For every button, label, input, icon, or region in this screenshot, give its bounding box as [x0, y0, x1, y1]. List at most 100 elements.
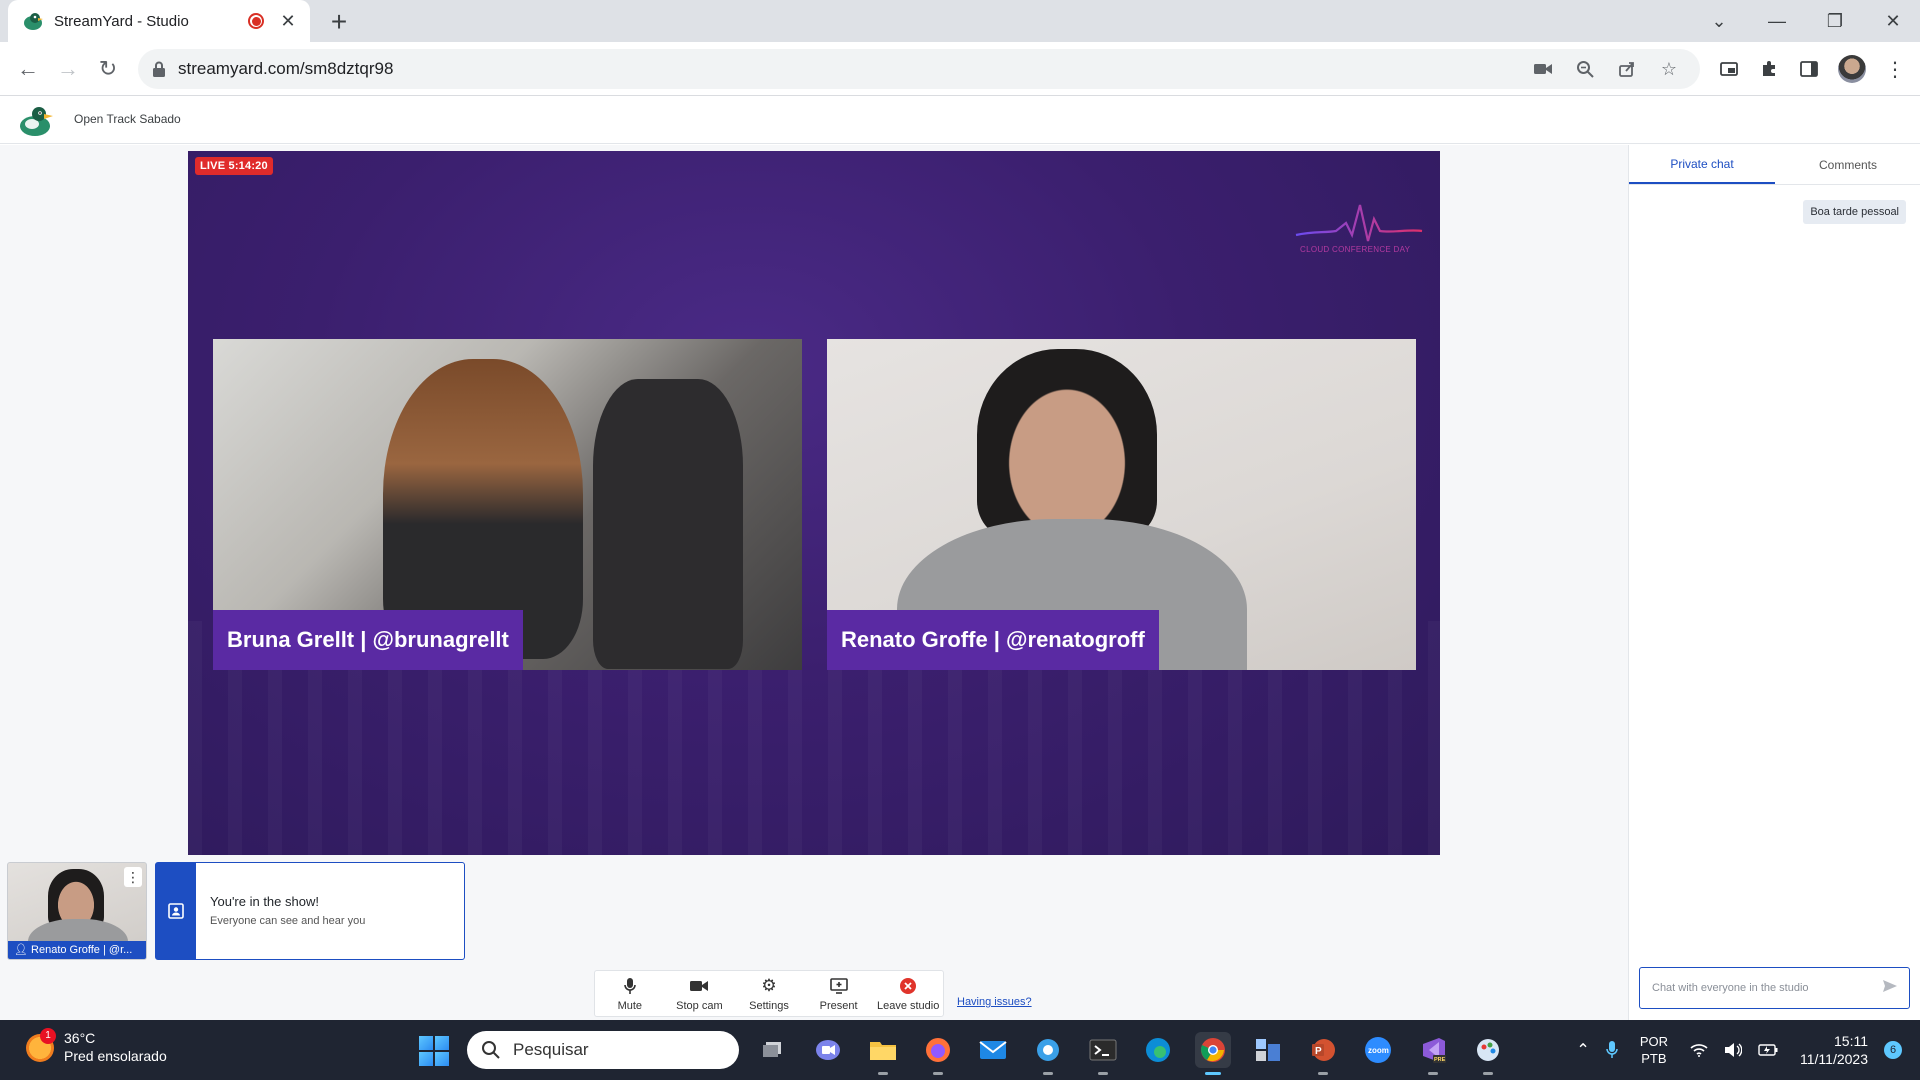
video-camera-icon — [690, 976, 709, 996]
in-show-notice: You're in the show! Everyone can see and… — [155, 862, 465, 960]
side-panel-icon[interactable] — [1798, 58, 1820, 80]
profile-avatar[interactable] — [1838, 55, 1866, 83]
chat-message: Boa tarde pessoal — [1803, 200, 1906, 224]
weather-sun-icon: 1 — [26, 1027, 56, 1062]
svg-text:PRE: PRE — [1434, 1057, 1446, 1063]
chrome-icon[interactable] — [1195, 1032, 1231, 1075]
weather-widget[interactable]: 1 36°C Pred ensolarado — [26, 1027, 167, 1065]
extensions-puzzle-icon[interactable] — [1758, 58, 1780, 80]
zoom-icon[interactable] — [1574, 58, 1596, 80]
taskbar-search[interactable]: Pesquisar — [467, 1031, 739, 1069]
present-button[interactable]: Present — [804, 971, 874, 1016]
firefox-icon[interactable] — [920, 1032, 956, 1075]
show-hidden-icons-chevron-icon[interactable]: ⌃ — [1576, 1040, 1589, 1060]
window-close-button[interactable]: ✕ — [1864, 0, 1920, 42]
file-explorer-icon[interactable] — [865, 1032, 901, 1075]
taskbar-apps: P zoom PRE — [755, 1032, 1506, 1075]
chat-panel: Private chat Comments Boa tarde pessoal — [1628, 145, 1920, 1020]
gaming-chair — [593, 379, 743, 669]
participant-1-nameplate: Bruna Grellt | @brunagrellt — [213, 610, 523, 670]
participant-2-nameplate: Renato Groffe | @renatogroff — [827, 610, 1159, 670]
participant-video-2[interactable]: Renato Groffe | @renatogroff — [827, 339, 1416, 670]
broadcast-name[interactable]: Open Track Sabado — [74, 112, 181, 126]
svg-text:P: P — [1315, 1046, 1322, 1057]
powerpoint-icon[interactable]: P — [1305, 1032, 1341, 1075]
recording-indicator-icon — [248, 13, 264, 29]
leave-studio-button[interactable]: Leave studio — [873, 971, 943, 1016]
browser-toolbar: ← → ↻ streamyard.com/sm8dztqr98 ☆ ⋮ — [0, 42, 1920, 96]
browser-tabstrip: StreamYard - Studio ✕ + ⌄ — ❐ ✕ — [0, 0, 1920, 42]
picture-in-picture-icon[interactable] — [1718, 58, 1740, 80]
windows-taskbar: 1 36°C Pred ensolarado Pesquisar P zoom … — [0, 1020, 1920, 1080]
back-button[interactable]: ← — [12, 53, 44, 85]
address-bar[interactable]: streamyard.com/sm8dztqr98 ☆ — [138, 49, 1700, 89]
send-icon[interactable] — [1883, 979, 1897, 998]
bookmark-star-icon[interactable]: ☆ — [1658, 58, 1680, 80]
chat-input-box[interactable] — [1639, 967, 1910, 1009]
broadcast-stage: LIVE 5:14:20 CLOUD CONFERENCE DAY Bruna … — [188, 151, 1440, 855]
mute-label: Mute — [617, 999, 643, 1012]
share-icon[interactable] — [1616, 58, 1638, 80]
browser-menu-icon[interactable]: ⋮ — [1884, 58, 1906, 81]
weather-temperature: 36°C — [64, 1030, 96, 1046]
tab-search-icon[interactable]: ⌄ — [1690, 0, 1748, 42]
studio-area: LIVE 5:14:20 CLOUD CONFERENCE DAY Bruna … — [0, 145, 1628, 1020]
teams-chat-icon[interactable] — [810, 1032, 846, 1068]
clock-time: 15:11 — [1834, 1033, 1868, 1049]
forward-button[interactable]: → — [52, 53, 84, 85]
settings-button[interactable]: ⚙ Settings — [734, 971, 804, 1016]
tab-close-icon[interactable]: ✕ — [278, 11, 298, 32]
streamyard-favicon-icon — [24, 13, 43, 30]
gear-icon: ⚙ — [761, 975, 777, 995]
tab-private-chat[interactable]: Private chat — [1629, 145, 1775, 184]
zoom-icon[interactable]: zoom — [1360, 1032, 1396, 1068]
azure-data-studio-icon[interactable] — [1030, 1032, 1066, 1075]
leave-close-icon — [900, 976, 917, 996]
omnibox-actions: ☆ — [1532, 49, 1680, 89]
wifi-icon[interactable] — [1690, 1043, 1708, 1057]
extension-tools: ⋮ — [1718, 53, 1906, 85]
event-logo-wave-icon — [1295, 204, 1423, 242]
clock[interactable]: 15:11 11/11/2023 — [1800, 1032, 1868, 1068]
volume-icon[interactable] — [1724, 1042, 1742, 1058]
tab-comments[interactable]: Comments — [1775, 145, 1920, 184]
restore-button[interactable]: ❐ — [1806, 0, 1864, 42]
stop-cam-label: Stop cam — [676, 999, 723, 1012]
url-text: streamyard.com/sm8dztqr98 — [178, 59, 394, 78]
edge-icon[interactable] — [1140, 1032, 1176, 1068]
windows-start-icon[interactable] — [419, 1036, 449, 1066]
participant-video-1[interactable]: Bruna Grellt | @brunagrellt — [213, 339, 802, 670]
battery-icon[interactable] — [1758, 1044, 1778, 1056]
camera-in-use-icon[interactable] — [1532, 58, 1554, 80]
paint-icon[interactable] — [1470, 1032, 1506, 1075]
stop-cam-button[interactable]: Stop cam — [665, 971, 735, 1016]
streamyard-logo-icon[interactable] — [18, 104, 54, 138]
having-issues-link[interactable]: Having issues? — [957, 996, 1032, 1008]
app-header: Open Track Sabado — [0, 97, 1920, 144]
notification-count-badge[interactable]: 6 — [1884, 1041, 1902, 1059]
present-screen-icon — [829, 976, 848, 996]
minimize-button[interactable]: — — [1748, 0, 1806, 42]
task-view-icon[interactable] — [755, 1032, 791, 1068]
visual-studio-preview-icon[interactable]: PRE — [1415, 1032, 1451, 1075]
reload-button[interactable]: ↻ — [92, 53, 124, 85]
mute-button[interactable]: Mute — [595, 971, 665, 1016]
chat-input[interactable] — [1652, 982, 1883, 994]
remote-desktop-icon[interactable] — [1250, 1032, 1286, 1068]
self-view-tile[interactable]: ⋮ 👤︎ Renato Groffe | @r... — [7, 862, 147, 960]
new-tab-button[interactable]: + — [324, 6, 354, 38]
microphone-tray-icon[interactable] — [1606, 1041, 1618, 1059]
system-tray: ⌃ POR PTB 15:11 11/11/2023 6 — [1568, 1020, 1902, 1080]
browser-tab[interactable]: StreamYard - Studio ✕ — [8, 0, 310, 42]
studio-controls: Mute Stop cam ⚙ Settings Present Leave s… — [594, 970, 944, 1017]
self-view-label-text: Renato Groffe | @r... — [31, 944, 133, 956]
clock-date: 11/11/2023 — [1800, 1051, 1868, 1067]
self-view-menu-icon[interactable]: ⋮ — [124, 867, 142, 887]
notice-title: You're in the show! — [210, 894, 319, 909]
terminal-icon[interactable] — [1085, 1032, 1121, 1075]
settings-label: Settings — [749, 999, 789, 1012]
language-code: POR — [1639, 1034, 1668, 1049]
mail-icon[interactable] — [975, 1032, 1011, 1068]
input-language[interactable]: POR PTB — [1640, 1033, 1668, 1067]
search-icon — [482, 1041, 500, 1059]
